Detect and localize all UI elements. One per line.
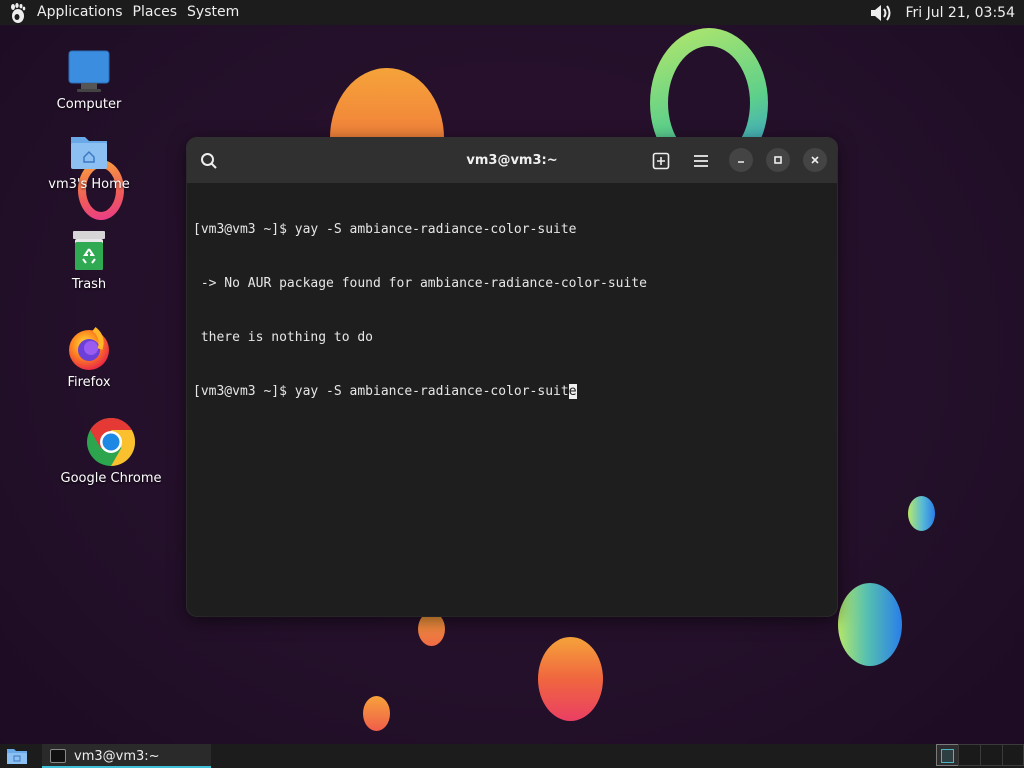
clock[interactable]: Fri Jul 21, 03:54 bbox=[905, 5, 1015, 21]
search-icon bbox=[201, 152, 217, 169]
hamburger-menu-icon bbox=[694, 154, 708, 167]
terminal-icon bbox=[50, 749, 66, 763]
top-panel: Applications Places System Fri Jul 21, 0… bbox=[0, 0, 1024, 25]
desktop-icon-label: Firefox bbox=[67, 375, 111, 390]
new-tab-button[interactable] bbox=[649, 138, 673, 183]
computer-icon bbox=[68, 50, 110, 92]
wallpaper-small-green-blob bbox=[908, 496, 935, 531]
wallpaper-large-green-blob bbox=[838, 583, 902, 666]
desktop-icon-label: Computer bbox=[56, 97, 122, 112]
terminal-prompt-line: [vm3@vm3 ~]$ yay -S ambiance-radiance-co… bbox=[193, 383, 831, 401]
menu-places[interactable]: Places bbox=[128, 0, 183, 25]
minimize-icon bbox=[738, 161, 744, 163]
desktop-icon-chrome[interactable]: Google Chrome bbox=[56, 417, 166, 486]
terminal-line: [vm3@vm3 ~]$ yay -S ambiance-radiance-co… bbox=[193, 222, 577, 237]
taskbar-item-terminal[interactable]: vm3@vm3:~ bbox=[42, 744, 211, 768]
terminal-headerbar[interactable]: vm3@vm3:~ bbox=[187, 138, 837, 183]
desktop-icon-firefox[interactable]: Firefox bbox=[34, 325, 144, 390]
terminal-window[interactable]: vm3@vm3:~ [vm3@vm3 ~]$ yay -S ambiance-r… bbox=[187, 138, 837, 616]
desktop-icon-computer[interactable]: Computer bbox=[34, 49, 144, 112]
close-icon bbox=[811, 156, 819, 164]
chrome-icon bbox=[87, 418, 136, 466]
taskbar-item-label: vm3@vm3:~ bbox=[74, 748, 160, 764]
wallpaper-large-orange-blob bbox=[538, 637, 603, 721]
terminal-line: there is nothing to do bbox=[193, 330, 374, 345]
menu-button[interactable] bbox=[689, 138, 713, 183]
show-desktop-icon[interactable] bbox=[6, 746, 28, 766]
menu-applications[interactable]: Applications bbox=[32, 0, 128, 25]
desktop-icon-home[interactable]: vm3's Home bbox=[34, 129, 144, 192]
wallpaper-small-orange-blob bbox=[418, 612, 445, 646]
firefox-icon bbox=[69, 327, 109, 370]
workspace-3[interactable] bbox=[980, 744, 1003, 766]
bottom-panel: vm3@vm3:~ bbox=[0, 744, 1024, 768]
prompt-text: [vm3@vm3 ~]$ yay -S ambiance-radiance-co… bbox=[193, 384, 569, 399]
maximize-button[interactable] bbox=[766, 148, 790, 172]
workspace-1[interactable] bbox=[936, 744, 959, 766]
terminal-line: -> No AUR package found for ambiance-rad… bbox=[193, 276, 647, 291]
gnome-foot-icon[interactable] bbox=[6, 2, 28, 24]
maximize-icon bbox=[774, 156, 782, 164]
desktop-icon-trash[interactable]: Trash bbox=[34, 229, 144, 292]
new-tab-icon bbox=[652, 152, 670, 169]
wallpaper-tiny-orange-blob bbox=[363, 696, 390, 731]
workspace-4[interactable] bbox=[1002, 744, 1024, 766]
trash-icon bbox=[73, 231, 105, 270]
desktop-icon-label: Trash bbox=[71, 277, 107, 292]
speaker-icon[interactable] bbox=[869, 3, 895, 23]
desktop-icon-label: Google Chrome bbox=[60, 471, 162, 486]
terminal-cursor: e bbox=[568, 384, 577, 399]
workspace-2[interactable] bbox=[958, 744, 981, 766]
menu-system[interactable]: System bbox=[182, 0, 244, 25]
home-folder-icon bbox=[71, 137, 107, 169]
close-button[interactable] bbox=[803, 148, 827, 172]
desktop-icon-label: vm3's Home bbox=[48, 177, 130, 192]
search-button[interactable] bbox=[197, 138, 221, 183]
terminal-output[interactable]: [vm3@vm3 ~]$ yay -S ambiance-radiance-co… bbox=[193, 185, 831, 610]
minimize-button[interactable] bbox=[729, 148, 753, 172]
